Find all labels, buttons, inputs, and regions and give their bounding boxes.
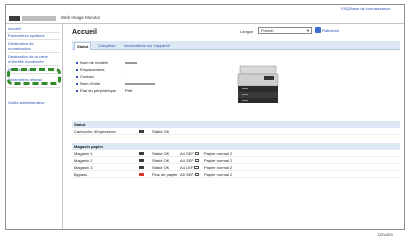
info-value: : [125,74,127,79]
info-row-model: Nom de modèle [76,60,108,65]
tray-status: Statut OK [152,165,170,170]
figure-caption: DZV493 [378,232,393,237]
main-content: Accueil Langue French ▼ Rafraîchir Statu… [64,24,404,229]
page-title: Accueil [72,29,97,36]
info-label: Nom de modèle [80,60,109,65]
sidebar-item-scan-destination-line2[interactable]: numérisation [8,46,31,51]
paper-type: Papier normal 2 [204,172,233,177]
sidebar-divider [7,52,60,53]
redacted-value [125,83,155,85]
table-row: Cartouche d'impression Statut OK [72,128,400,135]
paper-size-label: A4 SEF [180,151,194,156]
tab-bar: Statut Compteur Informations sur l'appar… [72,41,400,50]
language-select[interactable]: French ▼ [258,27,312,34]
item-status: Statut OK [152,129,170,134]
bullet-icon [76,68,78,71]
info-row-device-state: État du périphérique [76,88,116,93]
sidebar-item-home[interactable]: Accueil [8,26,21,31]
chevron-down-icon: ▼ [306,28,310,33]
tray-name: Magasin 2 [74,158,93,163]
cartridge-icon [139,130,144,133]
paper-tray-icon [139,166,144,169]
bullet-icon [76,75,78,78]
status-section-header: Statut [72,121,400,128]
portrait-orientation-icon [194,173,199,177]
bullet-icon [76,89,78,92]
tray-status: Statut OK [152,151,170,156]
paper-size-label: A5 SEF [180,172,194,177]
table-row: Bypass Plus de papier A5 SEF Papier norm… [72,171,400,178]
callout-highlight [7,68,61,85]
language-value: French [261,28,274,33]
language-label: Langue [240,29,254,34]
table-row: Magasin 1 Statut OK A4 SEF Papier normal… [72,150,400,157]
paper-section-header: Magasin papier [72,143,400,150]
paper-section: Magasin papier Magasin 1 Statut OK A4 SE… [72,143,400,178]
info-row-hostname: Nom d'hôte [76,81,100,86]
landscape-orientation-icon [194,166,200,170]
status-section: Statut Cartouche d'impression Statut OK [72,121,400,135]
refresh-icon[interactable] [315,27,321,33]
info-label: Emplacement [80,67,105,72]
sidebar-divider [7,39,60,40]
paper-size-label: A4 SEF [180,158,194,163]
sidebar-divider [7,65,60,66]
info-label: Nom d'hôte [80,81,101,86]
redacted-value [125,62,137,64]
sidebar-item-system-settings[interactable]: Paramètres système [8,33,45,38]
item-name: Cartouche d'impression [74,129,116,134]
paper-type: Papier normal 2 [204,151,233,156]
tray-status: Statut OK [152,158,170,163]
tray-name: Magasin 1 [74,151,93,156]
info-value: : [125,67,127,72]
tray-name: Bypass [74,172,88,177]
paper-size: A5 SEF [180,171,199,178]
info-label: État du périphérique [80,88,117,93]
info-row-contact: Contact [76,74,94,79]
sidebar-item-admin-tools[interactable]: Outils administrateur [8,100,45,105]
bullet-icon [76,82,78,85]
bullet-icon [76,61,78,64]
tray-status: Plus de papier [152,172,178,177]
logo-bar [22,16,56,21]
paper-size: A4 LEF [180,164,200,171]
top-bar: Web Image Monitor FAQ/Base de connaissan… [6,5,404,24]
sidebar-divider [7,87,60,88]
browser-window: Web Image Monitor FAQ/Base de connaissan… [5,4,405,230]
paper-empty-icon [139,173,144,176]
paper-size-label: A4 LEF [180,165,194,170]
refresh-link[interactable]: Rafraîchir [322,28,339,33]
brand-logo [9,16,20,21]
portrait-orientation-icon [194,152,199,156]
product-name: Web Image Monitor [61,15,101,20]
sidebar-item-id-card-destination-line2[interactable]: d'identité numérisée [8,59,44,64]
table-row: Magasin 2 Statut OK A4 SEF Papier normal… [72,157,400,164]
paper-size: A4 SEF [180,157,199,164]
tab-device-info[interactable]: Informations sur l'appareil [122,42,172,50]
tray-name: Magasin 3 [74,165,93,170]
info-label: Contact [80,74,94,79]
portrait-orientation-icon [194,159,199,163]
paper-type: Papier normal 2 [204,165,233,170]
tab-status[interactable]: Statut [74,42,92,50]
paper-tray-icon [139,152,144,155]
paper-tray-icon [139,159,144,162]
sidebar: Accueil Paramètres système Destination d… [6,24,63,229]
tab-counter[interactable]: Compteur [96,42,118,50]
info-row-location: Emplacement [76,67,104,72]
info-value: Prêt [125,88,133,93]
paper-size: A4 SEF [180,150,199,157]
help-link[interactable]: FAQ/Base de connaissance [341,6,390,11]
paper-type: Papier normal 2 [204,158,233,163]
table-row: Magasin 3 Statut OK A4 LEF Papier normal… [72,164,400,171]
printer-image [237,65,279,103]
